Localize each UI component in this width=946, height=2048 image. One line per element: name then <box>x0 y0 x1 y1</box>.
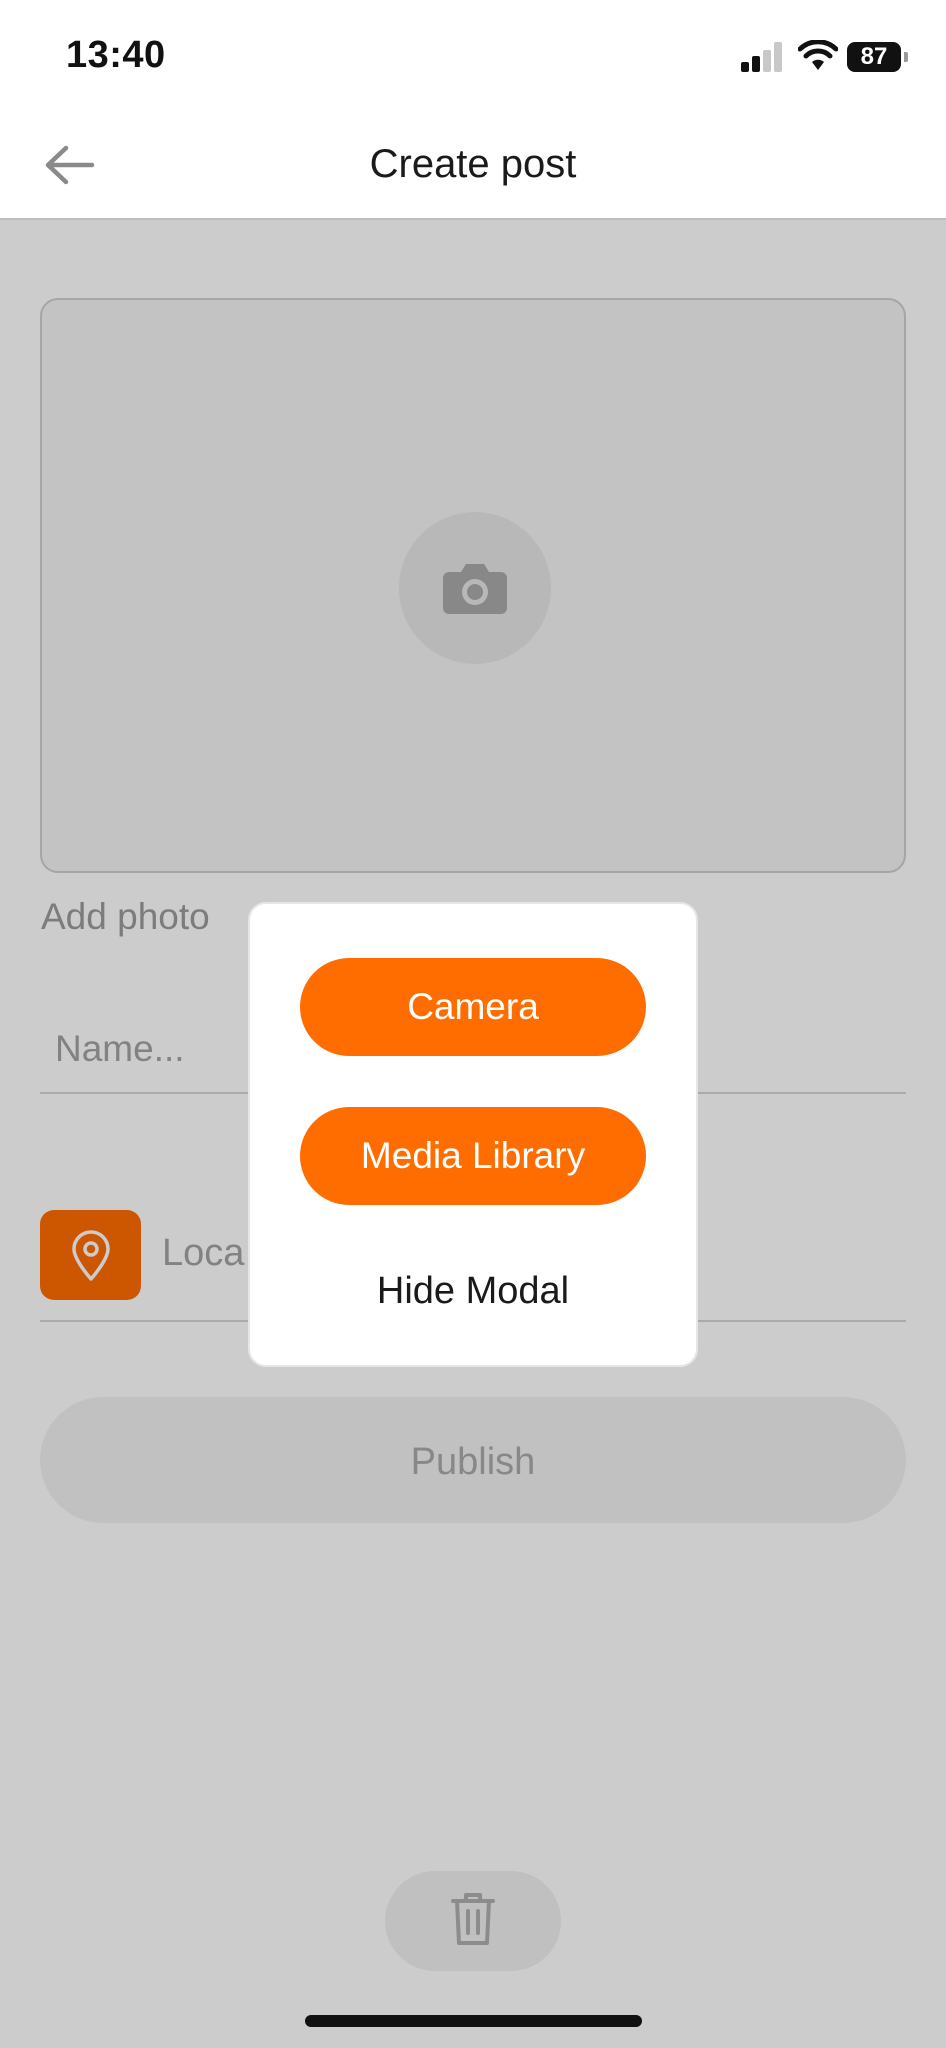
status-bar: 13:40 87 <box>0 0 946 110</box>
camera-button[interactable]: Camera <box>300 958 646 1056</box>
status-time: 13:40 <box>66 34 166 76</box>
battery-level: 87 <box>860 43 888 70</box>
nav-bar: Create post <box>0 110 946 220</box>
wifi-icon <box>798 40 838 70</box>
hide-modal-button[interactable]: Hide Modal <box>250 1270 696 1313</box>
signal-icon <box>741 42 782 72</box>
photo-source-modal: Camera Media Library Hide Modal <box>248 902 698 1367</box>
home-indicator <box>305 2015 642 2027</box>
battery-icon: 87 <box>847 42 908 72</box>
media-library-button[interactable]: Media Library <box>300 1107 646 1205</box>
page-title: Create post <box>369 142 577 186</box>
